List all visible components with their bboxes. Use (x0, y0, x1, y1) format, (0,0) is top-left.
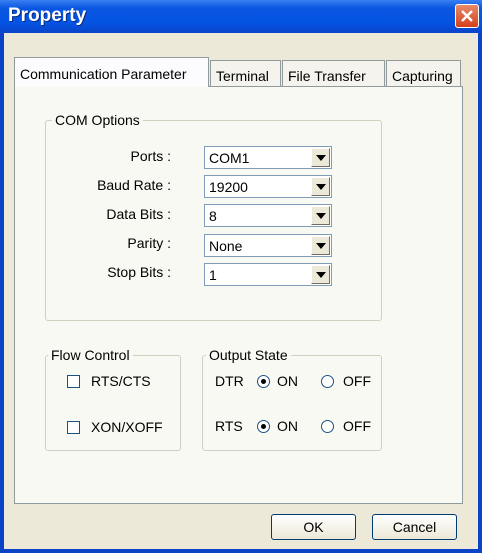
rts-off-label: OFF (343, 418, 371, 434)
com-options-group: COM Options Ports : COM1 Baud Rate : 192… (45, 112, 382, 321)
ports-value: COM1 (209, 150, 250, 166)
chevron-down-icon (316, 213, 326, 219)
com-options-legend: COM Options (52, 112, 143, 128)
dtr-off-radio[interactable] (321, 375, 334, 388)
chevron-down-icon (316, 155, 326, 161)
xon-xoff-label: XON/XOFF (91, 419, 163, 435)
chevron-down-icon (316, 184, 326, 190)
data-bits-value: 8 (209, 208, 217, 224)
rts-cts-checkbox[interactable] (67, 375, 80, 388)
baud-rate-value: 19200 (209, 179, 248, 195)
flow-control-group: Flow Control RTS/CTS XON/XOFF (45, 347, 181, 451)
dtr-on-label: ON (277, 373, 298, 389)
flow-control-legend: Flow Control (48, 347, 133, 363)
cancel-button[interactable]: Cancel (372, 514, 457, 540)
window-frame-right (478, 33, 482, 553)
ports-dropdown-button[interactable] (311, 148, 330, 167)
window-frame-left (0, 33, 4, 553)
parity-label: Parity : (127, 235, 171, 251)
stop-bits-dropdown-button[interactable] (311, 265, 330, 284)
property-dialog: Property Communication Parameter Termina… (0, 0, 482, 553)
dtr-off-label: OFF (343, 373, 371, 389)
stop-bits-select[interactable]: 1 (204, 263, 332, 286)
stop-bits-value: 1 (209, 267, 217, 283)
baud-rate-label: Baud Rate : (97, 177, 171, 193)
parity-select[interactable]: None (204, 234, 332, 257)
dtr-label: DTR (215, 373, 244, 389)
stop-bits-label: Stop Bits : (107, 264, 171, 280)
rts-on-label: ON (277, 418, 298, 434)
rts-off-radio[interactable] (321, 420, 334, 433)
close-button[interactable] (455, 4, 479, 28)
tab-communication-parameter[interactable]: Communication Parameter (14, 57, 209, 87)
rts-cts-label: RTS/CTS (91, 373, 151, 389)
dtr-on-radio[interactable] (257, 375, 270, 388)
tab-capturing[interactable]: Capturing (386, 60, 461, 86)
data-bits-dropdown-button[interactable] (311, 206, 330, 225)
tab-panel: COM Options Ports : COM1 Baud Rate : 192… (14, 86, 463, 504)
data-bits-label: Data Bits : (106, 206, 171, 222)
window-title: Property (8, 5, 87, 26)
ports-label: Ports : (130, 148, 171, 164)
close-icon (461, 10, 473, 22)
baud-rate-dropdown-button[interactable] (311, 177, 330, 196)
ports-select[interactable]: COM1 (204, 146, 332, 169)
tab-file-transfer[interactable]: File Transfer (282, 60, 385, 86)
tab-terminal[interactable]: Terminal (210, 60, 281, 86)
rts-label: RTS (215, 418, 243, 434)
ok-button[interactable]: OK (271, 514, 356, 540)
xon-xoff-checkbox[interactable] (67, 421, 80, 434)
output-state-group: Output State DTR ON OFF RTS ON OFF (202, 347, 382, 451)
chevron-down-icon (316, 243, 326, 249)
chevron-down-icon (316, 272, 326, 278)
window-frame-bottom (0, 549, 482, 553)
output-state-legend: Output State (206, 347, 291, 363)
rts-on-radio[interactable] (257, 420, 270, 433)
data-bits-select[interactable]: 8 (204, 204, 332, 227)
baud-rate-select[interactable]: 19200 (204, 175, 332, 198)
title-bar[interactable]: Property (0, 0, 482, 33)
parity-dropdown-button[interactable] (311, 236, 330, 255)
parity-value: None (209, 238, 243, 254)
